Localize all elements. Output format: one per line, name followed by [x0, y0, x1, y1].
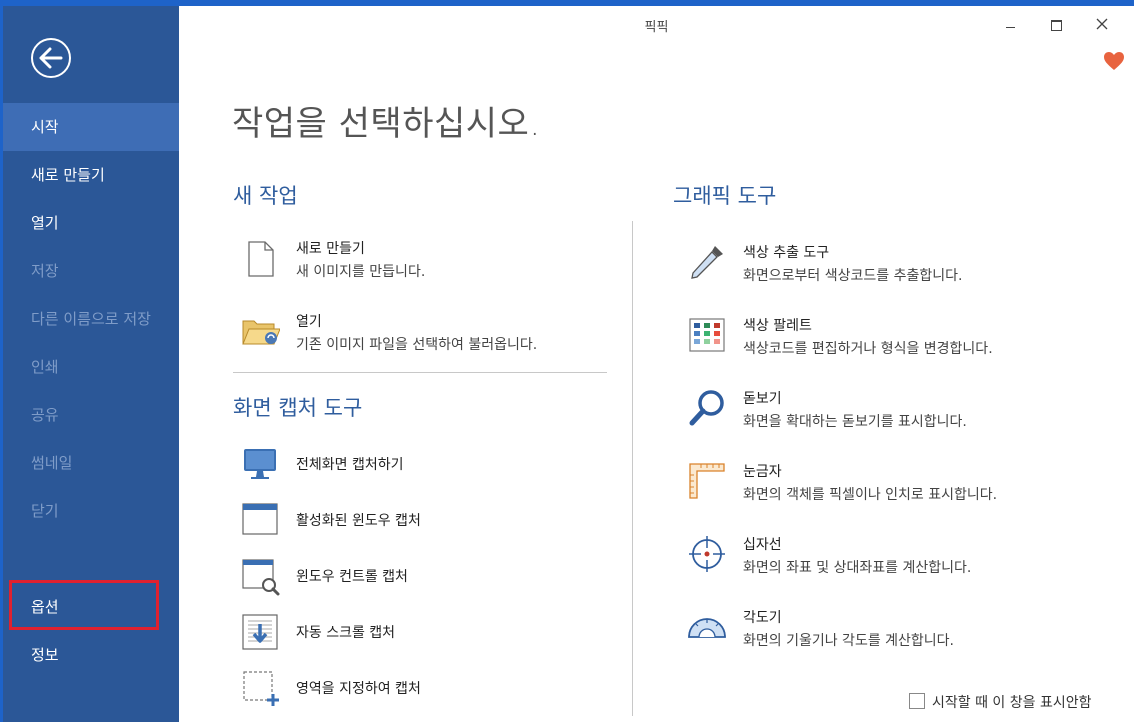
region-capture-icon: [243, 671, 279, 706]
new-file-icon: [248, 241, 274, 277]
region-capture-title: 영역을 지정하여 캡처: [296, 681, 421, 697]
sidebar-item-start[interactable]: 시작: [3, 103, 179, 151]
color-picker-desc: 화면으로부터 색상코드를 추출합니다.: [743, 268, 963, 284]
column-divider: [632, 221, 633, 716]
eyedropper-icon: [691, 246, 723, 279]
minimize-button[interactable]: [997, 12, 1027, 36]
crosshair-title: 십자선: [743, 537, 782, 553]
sidebar-item-open[interactable]: 열기: [3, 199, 179, 247]
ruler-desc: 화면의 객체를 픽셀이나 인치로 표시합니다.: [743, 487, 998, 503]
sidebar-item-print[interactable]: 인쇄: [3, 343, 179, 391]
window-icon: [242, 503, 278, 535]
monitor-icon: [244, 449, 276, 479]
dont-show-checkbox[interactable]: [909, 693, 925, 709]
new-file-title: 새로 만들기: [296, 241, 365, 257]
options-highlight-box: [9, 580, 159, 630]
protractor-title: 각도기: [743, 610, 782, 626]
close-icon: [1096, 18, 1108, 30]
sidebar: 시작 새로 만들기 열기 저장 다른 이름으로 저장 인쇄 공유 썸네일 닫기 …: [3, 6, 179, 722]
magnifier-icon: [689, 390, 724, 426]
section-title-graphic-tools: 그래픽 도구: [673, 184, 777, 208]
back-arrow-icon: [39, 47, 63, 69]
new-file-desc: 새 이미지를 만듭니다.: [296, 264, 426, 280]
maximize-button[interactable]: [1041, 12, 1071, 36]
sidebar-item-share[interactable]: 공유: [3, 391, 179, 439]
scroll-capture-icon: [242, 614, 278, 650]
color-palette-title: 색상 팔레트: [743, 318, 812, 334]
scroll-capture-title: 자동 스크롤 캡처: [296, 625, 396, 641]
crosshair-icon: [689, 536, 725, 572]
palette-icon: [689, 318, 725, 352]
window-title: 픽픽: [644, 20, 669, 35]
color-palette-desc: 색상코드를 편집하거나 형식을 변경합니다.: [743, 341, 993, 357]
sidebar-item-new[interactable]: 새로 만들기: [3, 151, 179, 199]
sidebar-item-save[interactable]: 저장: [3, 247, 179, 295]
open-file-desc: 기존 이미지 파일을 선택하여 불러옵니다.: [296, 337, 538, 353]
magnifier-desc: 화면을 확대하는 돋보기를 표시합니다.: [743, 414, 967, 430]
window-control-icon: [242, 559, 280, 596]
fullscreen-capture-title: 전체화면 캡처하기: [296, 457, 404, 473]
open-folder-icon: [242, 320, 280, 345]
protractor-icon: [688, 618, 726, 638]
crosshair-desc: 화면의 좌표 및 상대좌표를 계산합니다.: [743, 560, 972, 576]
close-button[interactable]: [1087, 12, 1117, 36]
heart-icon[interactable]: [1103, 51, 1125, 71]
page-heading: 작업을 선택하십시오.: [232, 104, 541, 144]
active-window-capture-title: 활성화된 윈도우 캡처: [296, 513, 421, 529]
window-control-capture-title: 윈도우 컨트롤 캡처: [296, 569, 408, 585]
magnifier-title: 돋보기: [743, 391, 782, 407]
ruler-icon: [689, 463, 725, 499]
app-window: 시작 새로 만들기 열기 저장 다른 이름으로 저장 인쇄 공유 썸네일 닫기 …: [3, 6, 1134, 722]
color-picker-title: 색상 추출 도구: [743, 245, 830, 261]
section-divider: [233, 372, 607, 373]
protractor-desc: 화면의 기울기나 각도를 계산합니다.: [743, 633, 954, 649]
dont-show-label[interactable]: 시작할 때 이 창을 표시안함: [932, 692, 1091, 712]
ruler-title: 눈금자: [743, 464, 782, 480]
sidebar-item-save-as[interactable]: 다른 이름으로 저장: [3, 295, 179, 343]
sidebar-item-thumbnail[interactable]: 썸네일: [3, 439, 179, 487]
sidebar-item-info[interactable]: 정보: [3, 631, 179, 679]
sidebar-item-close[interactable]: 닫기: [3, 487, 179, 535]
open-file-title: 열기: [296, 314, 322, 330]
section-title-new-task: 새 작업: [233, 184, 298, 208]
section-title-capture-tools: 화면 캡처 도구: [233, 396, 363, 420]
back-button[interactable]: [31, 38, 71, 78]
